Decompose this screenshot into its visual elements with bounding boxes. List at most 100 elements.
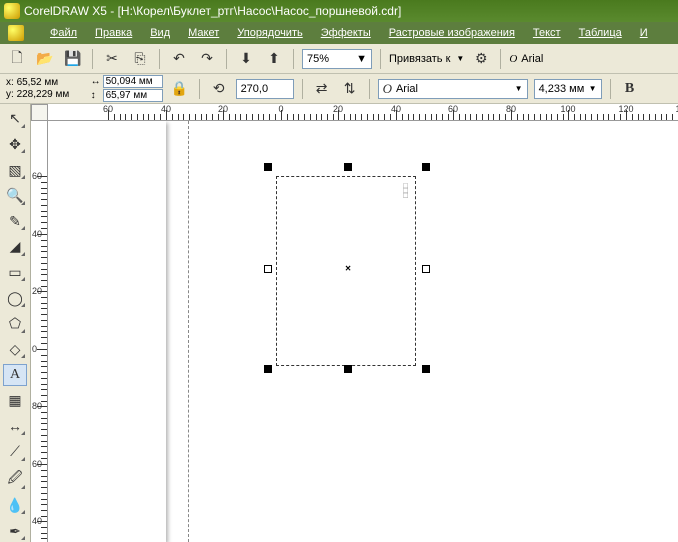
new-button[interactable]: 🗋 xyxy=(6,48,28,70)
separator xyxy=(159,49,160,69)
menu-view[interactable]: Вид xyxy=(150,27,170,39)
menu-arrange[interactable]: Упорядочить xyxy=(237,27,302,39)
open-button[interactable]: 📂 xyxy=(34,48,56,70)
rotated-text-object[interactable]: □□□ xyxy=(401,183,410,198)
smart-fill-tool[interactable]: ◢ xyxy=(3,236,27,258)
standard-toolbar: 🗋 📂 💾 ✂ ⎘ ↶ ↷ ⬇ ⬆ 75% ▼ Привязать к ▼ ⚙ … xyxy=(0,44,678,74)
y-position: 228,229 мм xyxy=(17,89,85,101)
window-title: CorelDRAW X5 - [H:\Корел\Буклет_ртг\Насо… xyxy=(24,4,401,18)
menu-text[interactable]: Текст xyxy=(533,27,561,39)
selection-handle-tc[interactable] xyxy=(344,163,352,171)
copy-button[interactable]: ⎘ xyxy=(129,48,151,70)
lock-ratio-button[interactable]: 🔒 xyxy=(169,78,191,100)
height-input[interactable]: 65,97 мм xyxy=(103,89,163,102)
menu-edit[interactable]: Правка xyxy=(95,27,132,39)
dropdown-arrow-icon: ▼ xyxy=(589,84,597,93)
dropdown-arrow-icon: ▼ xyxy=(515,84,523,93)
rotate-icon: ⟲ xyxy=(208,78,230,100)
selection-handle-ml[interactable] xyxy=(264,265,272,273)
font-family-select[interactable]: O Arial ▼ xyxy=(378,79,528,99)
save-button[interactable]: 💾 xyxy=(62,48,84,70)
page-boundary xyxy=(48,121,166,542)
horizontal-ruler[interactable]: 604020020406080100120140 xyxy=(48,104,678,121)
separator xyxy=(380,49,381,69)
text-tool[interactable]: A xyxy=(3,364,27,386)
vertical-ruler[interactable]: 6040200806040 xyxy=(31,121,48,542)
mirror-h-button[interactable]: ⇄ xyxy=(311,78,333,100)
interactive-tool[interactable]: 🖉 xyxy=(3,467,27,491)
menu-tools[interactable]: И xyxy=(640,27,648,39)
property-bar: x: 65,52 мм y: 228,229 мм ↔50,094 мм ↕65… xyxy=(0,74,678,104)
redo-button[interactable]: ↷ xyxy=(196,48,218,70)
menu-table[interactable]: Таблица xyxy=(579,27,622,39)
separator xyxy=(293,49,294,69)
guideline-vertical[interactable] xyxy=(188,121,189,542)
menu-file[interactable]: Файл xyxy=(50,27,77,39)
menu-effects[interactable]: Эффекты xyxy=(321,27,371,39)
selection-handle-br[interactable] xyxy=(422,365,430,373)
width-input[interactable]: 50,094 мм xyxy=(103,75,163,88)
height-icon: ↕ xyxy=(91,90,101,101)
outline-tool[interactable]: ✒ xyxy=(3,520,27,542)
separator xyxy=(369,79,370,99)
zoom-value: 75% xyxy=(307,53,329,65)
font-name: Arial xyxy=(521,53,543,65)
menu-bar: Файл Правка Вид Макет Упорядочить Эффект… xyxy=(0,22,678,44)
dimensions-box: ↔50,094 мм ↕65,97 мм xyxy=(91,75,163,102)
cut-button[interactable]: ✂ xyxy=(101,48,123,70)
ruler-origin[interactable] xyxy=(31,104,48,121)
eyedropper-tool[interactable]: 💧 xyxy=(3,495,27,517)
shape-tool[interactable]: ✥ xyxy=(3,134,27,156)
position-readout: x: 65,52 мм y: 228,229 мм xyxy=(6,77,85,101)
app-menu-icon xyxy=(8,25,24,41)
selection-handle-bc[interactable] xyxy=(344,365,352,373)
connector-tool[interactable]: ⟋ xyxy=(3,441,27,463)
font-size-select[interactable]: 4,233 мм ▼ xyxy=(534,79,602,99)
font-size-value: 4,233 мм xyxy=(539,83,585,95)
title-bar: CorelDRAW X5 - [H:\Корел\Буклет_ртг\Насо… xyxy=(0,0,678,22)
snap-to-label: Привязать к xyxy=(389,53,450,65)
rotation-input[interactable]: 270,0 xyxy=(236,79,294,99)
table-tool[interactable]: ▦ xyxy=(3,390,27,412)
selection-handle-mr[interactable] xyxy=(422,265,430,273)
separator xyxy=(92,49,93,69)
width-icon: ↔ xyxy=(91,76,101,87)
menu-layout[interactable]: Макет xyxy=(188,27,219,39)
export-button[interactable]: ⬆ xyxy=(263,48,285,70)
zoom-tool[interactable]: 🔍 xyxy=(3,185,27,207)
selection-handle-tr[interactable] xyxy=(422,163,430,171)
app-logo-icon xyxy=(4,3,20,19)
separator xyxy=(226,49,227,69)
pick-tool[interactable]: ↖ xyxy=(3,108,27,130)
font-display: O Arial xyxy=(509,53,543,65)
undo-button[interactable]: ↶ xyxy=(168,48,190,70)
x-position: 65,52 мм xyxy=(17,77,85,89)
font-preview-icon: O xyxy=(383,81,392,97)
selection-handle-tl[interactable] xyxy=(264,163,272,171)
menu-bitmaps[interactable]: Растровые изображения xyxy=(389,27,515,39)
separator xyxy=(199,79,200,99)
ellipse-tool[interactable]: ◯ xyxy=(3,287,27,309)
separator xyxy=(500,49,501,69)
selection-handle-bl[interactable] xyxy=(264,365,272,373)
dimension-tool[interactable]: ↔ xyxy=(3,416,27,438)
font-preview-icon: O xyxy=(509,53,517,65)
import-button[interactable]: ⬇ xyxy=(235,48,257,70)
selection-center-icon: × xyxy=(345,264,351,275)
freehand-tool[interactable]: ✎ xyxy=(3,211,27,233)
separator xyxy=(610,79,611,99)
font-name-value: Arial xyxy=(396,83,511,95)
options-button[interactable]: ⚙ xyxy=(470,48,492,70)
rectangle-tool[interactable]: ▭ xyxy=(3,262,27,284)
bold-button[interactable]: B xyxy=(619,78,641,100)
dropdown-arrow-icon[interactable]: ▼ xyxy=(456,54,464,63)
toolbox: ↖ ✥ ▧ 🔍 ✎ ◢ ▭ ◯ ⬠ ◇ A ▦ ↔ ⟋ 🖉 💧 ✒ xyxy=(0,104,31,542)
polygon-tool[interactable]: ⬠ xyxy=(3,313,27,335)
zoom-level-input[interactable]: 75% ▼ xyxy=(302,49,372,69)
drawing-canvas[interactable]: □□□ × xyxy=(48,121,678,542)
separator xyxy=(302,79,303,99)
dropdown-arrow-icon: ▼ xyxy=(356,53,367,65)
basic-shapes-tool[interactable]: ◇ xyxy=(3,339,27,361)
crop-tool[interactable]: ▧ xyxy=(3,159,27,181)
mirror-v-button[interactable]: ⇅ xyxy=(339,78,361,100)
